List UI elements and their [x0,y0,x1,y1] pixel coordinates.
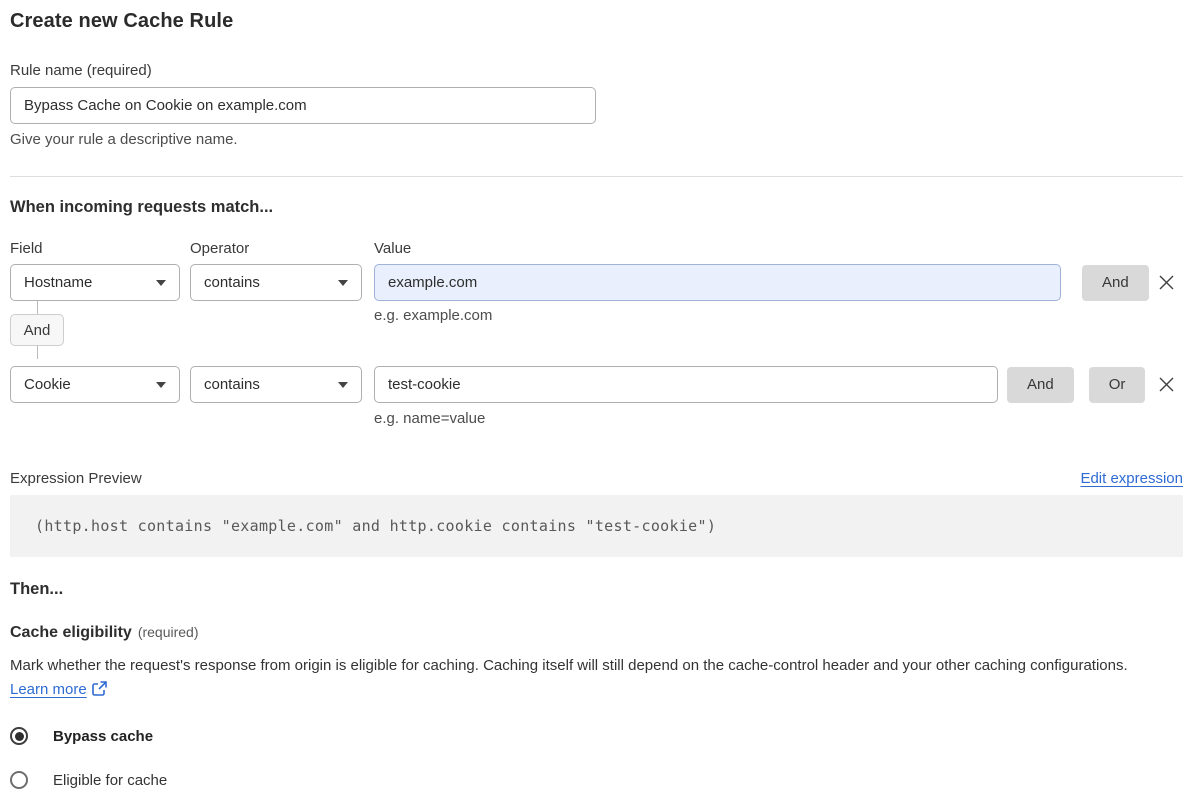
field-select-2-value: Cookie [24,376,71,393]
section-divider [10,176,1183,177]
cache-eligibility-heading: Cache eligibility (required) [10,624,1183,642]
match-column-labels: Field Operator Value [10,240,1183,257]
remove-row-button-1[interactable] [1153,270,1179,296]
then-section-heading: Then... [10,580,64,598]
remove-row-button-2[interactable] [1153,372,1179,398]
expression-preview-code: (http.host contains "example.com" and ht… [10,495,1183,557]
radio-option-bypass-cache[interactable]: Bypass cache [10,727,1183,745]
value-column-label: Value [374,240,412,257]
operator-select-1[interactable]: contains [190,264,362,301]
value-example-helper-2: e.g. name=value [374,410,486,427]
operator-select-2[interactable]: contains [190,366,362,403]
add-or-button-row2[interactable]: Or [1088,366,1146,403]
match-row-1: Hostname contains And [10,264,1183,301]
radio-label: Eligible for cache [53,771,168,789]
radio-selected-icon[interactable] [10,727,28,745]
value-input-2[interactable] [374,366,998,403]
add-and-button-row1[interactable]: And [1082,264,1149,301]
row-connector: And e.g. example.com [10,301,1183,359]
connector-line-top [37,301,38,314]
radio-label: Bypass cache [53,727,154,745]
match-section-heading: When incoming requests match... [10,198,274,216]
field-column-label: Field [10,240,43,257]
cache-eligibility-title: Cache eligibility [10,624,132,641]
close-icon [1159,377,1173,392]
rule-name-helper: Give your rule a descriptive name. [10,131,238,148]
create-cache-rule-form: Create new Cache Rule Rule name (require… [10,0,1183,789]
external-link-icon [91,681,107,696]
operator-select-1-value: contains [204,274,260,291]
required-note: (required) [137,624,199,640]
page-title: Create new Cache Rule [10,10,234,32]
add-and-button-row2[interactable]: And [1007,366,1074,403]
field-select-1-value: Hostname [24,274,93,291]
expression-preview-header: Expression Preview Edit expression [10,470,1183,487]
edit-expression-link[interactable]: Edit expression [1080,470,1183,487]
chevron-down-icon [156,279,166,286]
chevron-down-icon [156,381,166,388]
chevron-down-icon [338,279,348,286]
chevron-down-icon [338,381,348,388]
field-select-1[interactable]: Hostname [10,264,180,301]
learn-more-link[interactable]: Learn more [10,681,87,698]
connector-line-bottom [37,346,38,359]
cache-eligibility-description: Mark whether the request's response from… [10,654,1170,702]
match-row-2: Cookie contains And Or [10,366,1183,403]
operator-column-label: Operator [190,240,250,257]
connector-and-toggle[interactable]: And [10,314,64,346]
value-input-1[interactable] [374,264,1061,301]
description-text: Mark whether the request's response from… [10,657,1128,674]
operator-select-2-value: contains [204,376,260,393]
close-icon [1159,275,1173,290]
radio-unselected-icon[interactable] [10,771,28,789]
radio-option-eligible-for-cache[interactable]: Eligible for cache [10,771,1183,789]
rule-name-input[interactable] [10,87,596,124]
field-select-2[interactable]: Cookie [10,366,180,403]
rule-name-label: Rule name (required) [10,62,152,79]
expression-preview-label: Expression Preview [10,470,142,487]
value-example-helper-1: e.g. example.com [374,307,493,324]
